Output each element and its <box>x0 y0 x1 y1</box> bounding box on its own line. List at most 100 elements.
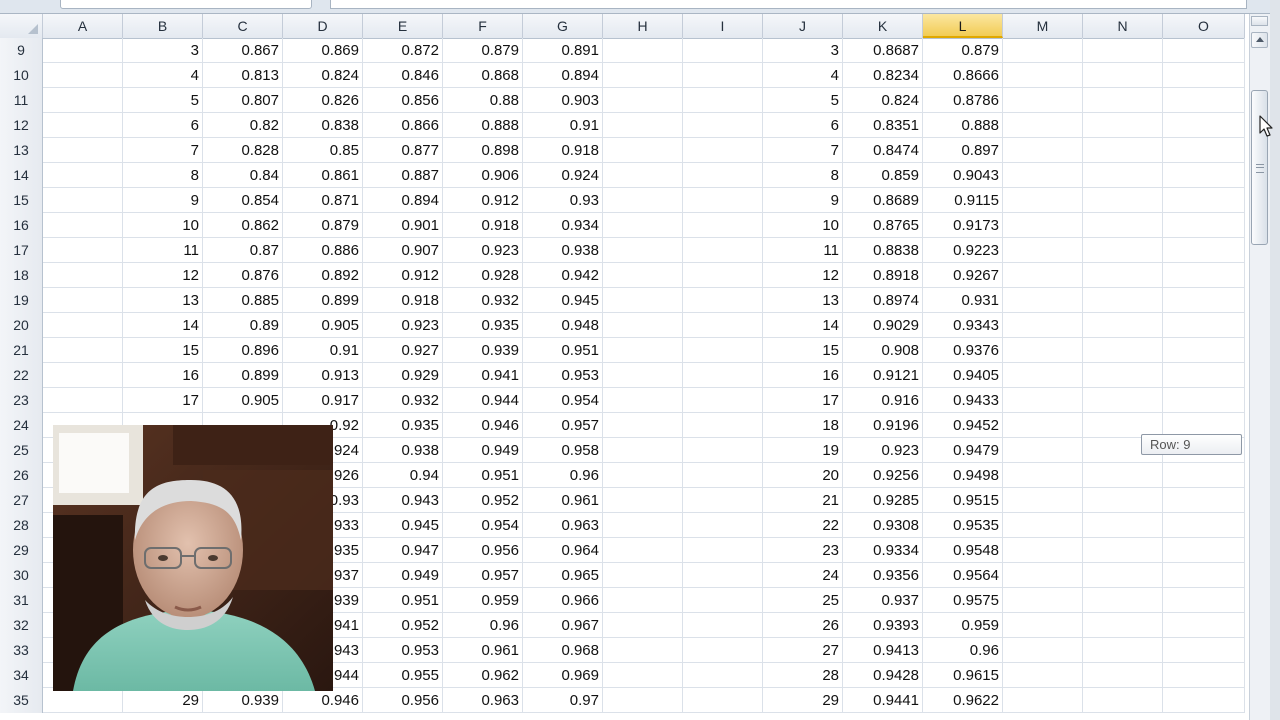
cell-h33[interactable] <box>603 638 683 662</box>
cell-f11[interactable]: 0.88 <box>443 88 523 112</box>
cell-m16[interactable] <box>1003 213 1083 237</box>
row-header[interactable]: 27 <box>0 488 43 513</box>
cell-l30[interactable]: 0.9564 <box>923 563 1003 587</box>
cell-l11[interactable]: 0.8786 <box>923 88 1003 112</box>
cell-k35[interactable]: 0.9441 <box>843 688 923 712</box>
cell-b35[interactable]: 29 <box>123 688 203 712</box>
cell-g27[interactable]: 0.961 <box>523 488 603 512</box>
cell-k25[interactable]: 0.923 <box>843 438 923 462</box>
cell-k22[interactable]: 0.9121 <box>843 363 923 387</box>
cell-o22[interactable] <box>1163 363 1245 387</box>
cell-j18[interactable]: 12 <box>763 263 843 287</box>
cell-h32[interactable] <box>603 613 683 637</box>
cell-a18[interactable] <box>43 263 123 287</box>
cell-k29[interactable]: 0.9334 <box>843 538 923 562</box>
cell-o27[interactable] <box>1163 488 1245 512</box>
cell-i30[interactable] <box>683 563 763 587</box>
cell-h22[interactable] <box>603 363 683 387</box>
cell-i11[interactable] <box>683 88 763 112</box>
cell-l33[interactable]: 0.96 <box>923 638 1003 662</box>
cell-l25[interactable]: 0.9479 <box>923 438 1003 462</box>
cell-j11[interactable]: 5 <box>763 88 843 112</box>
cell-n18[interactable] <box>1083 263 1163 287</box>
cell-f16[interactable]: 0.918 <box>443 213 523 237</box>
column-header-i[interactable]: I <box>683 14 763 38</box>
cell-g34[interactable]: 0.969 <box>523 663 603 687</box>
cell-l19[interactable]: 0.931 <box>923 288 1003 312</box>
cell-l34[interactable]: 0.9615 <box>923 663 1003 687</box>
cell-e23[interactable]: 0.932 <box>363 388 443 412</box>
cell-j17[interactable]: 11 <box>763 238 843 262</box>
cell-e34[interactable]: 0.955 <box>363 663 443 687</box>
cell-f9[interactable]: 0.879 <box>443 38 523 62</box>
row-header[interactable]: 22 <box>0 363 43 388</box>
cell-e16[interactable]: 0.901 <box>363 213 443 237</box>
cell-m11[interactable] <box>1003 88 1083 112</box>
cell-m17[interactable] <box>1003 238 1083 262</box>
cell-l23[interactable]: 0.9433 <box>923 388 1003 412</box>
cell-l18[interactable]: 0.9267 <box>923 263 1003 287</box>
cell-k21[interactable]: 0.908 <box>843 338 923 362</box>
cell-h14[interactable] <box>603 163 683 187</box>
cell-l35[interactable]: 0.9622 <box>923 688 1003 712</box>
cell-l9[interactable]: 0.879 <box>923 38 1003 62</box>
cell-j16[interactable]: 10 <box>763 213 843 237</box>
cell-c15[interactable]: 0.854 <box>203 188 283 212</box>
cell-i15[interactable] <box>683 188 763 212</box>
cell-j9[interactable]: 3 <box>763 38 843 62</box>
cell-d20[interactable]: 0.905 <box>283 313 363 337</box>
cell-d19[interactable]: 0.899 <box>283 288 363 312</box>
cell-f31[interactable]: 0.959 <box>443 588 523 612</box>
cell-c10[interactable]: 0.813 <box>203 63 283 87</box>
column-header-n[interactable]: N <box>1083 14 1163 38</box>
cell-o18[interactable] <box>1163 263 1245 287</box>
cell-g9[interactable]: 0.891 <box>523 38 603 62</box>
cell-b10[interactable]: 4 <box>123 63 203 87</box>
cell-k14[interactable]: 0.859 <box>843 163 923 187</box>
scroll-up-button[interactable] <box>1251 32 1268 48</box>
cell-h11[interactable] <box>603 88 683 112</box>
cell-m23[interactable] <box>1003 388 1083 412</box>
cell-n26[interactable] <box>1083 463 1163 487</box>
cell-n27[interactable] <box>1083 488 1163 512</box>
cell-e22[interactable]: 0.929 <box>363 363 443 387</box>
cell-g17[interactable]: 0.938 <box>523 238 603 262</box>
cell-j35[interactable]: 29 <box>763 688 843 712</box>
cell-n32[interactable] <box>1083 613 1163 637</box>
cell-m21[interactable] <box>1003 338 1083 362</box>
row-header[interactable]: 9 <box>0 38 43 63</box>
cell-c12[interactable]: 0.82 <box>203 113 283 137</box>
cell-f12[interactable]: 0.888 <box>443 113 523 137</box>
cell-e30[interactable]: 0.949 <box>363 563 443 587</box>
cell-o30[interactable] <box>1163 563 1245 587</box>
cell-o12[interactable] <box>1163 113 1245 137</box>
cell-a21[interactable] <box>43 338 123 362</box>
row-header[interactable]: 17 <box>0 238 43 263</box>
cell-a19[interactable] <box>43 288 123 312</box>
cell-m32[interactable] <box>1003 613 1083 637</box>
cell-c23[interactable]: 0.905 <box>203 388 283 412</box>
column-header-j[interactable]: J <box>763 14 843 38</box>
row-header[interactable]: 13 <box>0 138 43 163</box>
cell-m14[interactable] <box>1003 163 1083 187</box>
column-header-l[interactable]: L <box>923 14 1003 38</box>
cell-a17[interactable] <box>43 238 123 262</box>
row-header[interactable]: 23 <box>0 388 43 413</box>
cell-f13[interactable]: 0.898 <box>443 138 523 162</box>
cell-k18[interactable]: 0.8918 <box>843 263 923 287</box>
cell-c22[interactable]: 0.899 <box>203 363 283 387</box>
cell-e26[interactable]: 0.94 <box>363 463 443 487</box>
cell-j34[interactable]: 28 <box>763 663 843 687</box>
cell-a15[interactable] <box>43 188 123 212</box>
cell-b21[interactable]: 15 <box>123 338 203 362</box>
cell-j32[interactable]: 26 <box>763 613 843 637</box>
cell-a14[interactable] <box>43 163 123 187</box>
cell-g19[interactable]: 0.945 <box>523 288 603 312</box>
cell-d10[interactable]: 0.824 <box>283 63 363 87</box>
column-header-b[interactable]: B <box>123 14 203 38</box>
cell-m9[interactable] <box>1003 38 1083 62</box>
cell-j22[interactable]: 16 <box>763 363 843 387</box>
cell-e32[interactable]: 0.952 <box>363 613 443 637</box>
cell-j25[interactable]: 19 <box>763 438 843 462</box>
cell-m12[interactable] <box>1003 113 1083 137</box>
